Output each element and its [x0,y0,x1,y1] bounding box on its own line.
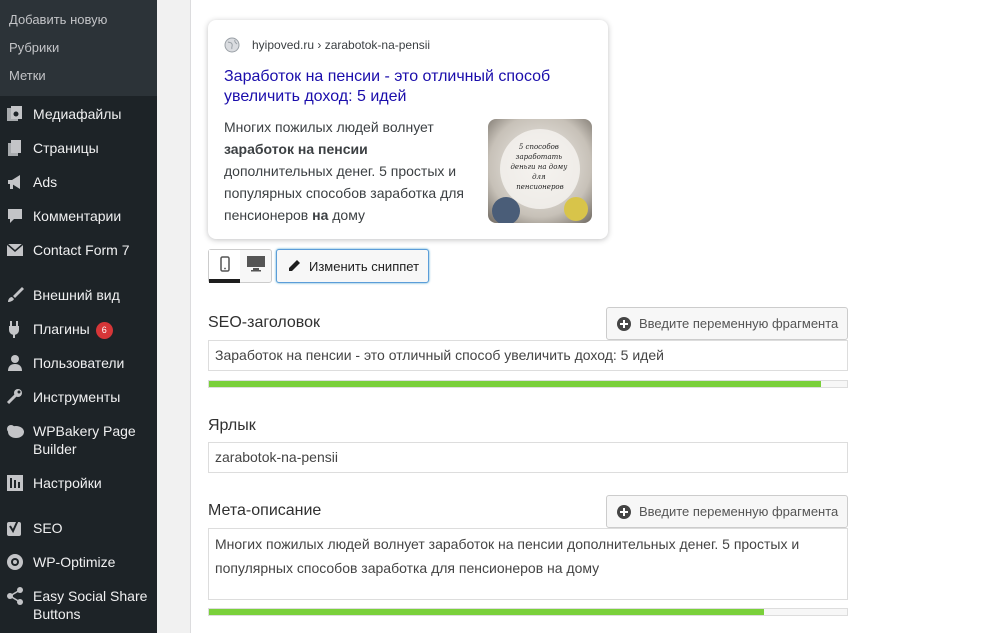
preview-breadcrumb: hyipoved.ru › zarabotok-na-pensii [224,37,430,53]
sidebar-item-users[interactable]: Пользователи [0,353,157,373]
optimize-icon [5,552,25,572]
sidebar-item-label: Внешний вид [33,287,120,303]
sidebar-item-label: Страницы [33,140,99,156]
submenu-categories[interactable]: Рубрики [0,34,157,62]
sidebar-item-label: Настройки [33,475,102,491]
sidebar-item-label: Комментарии [33,208,122,224]
sidebar-item-wp-optimize[interactable]: WP-Optimize [0,552,157,572]
pages-icon [5,138,25,158]
mail-icon [5,240,25,260]
sidebar-item-label: WP-Optimize [33,554,116,570]
wpbakery-icon [5,421,25,441]
insert-variable-button[interactable]: Введите переменную фрагмента [606,495,848,528]
insert-variable-label: Введите переменную фрагмента [639,316,839,331]
slug-input[interactable]: zarabotok-na-pensii [208,442,848,473]
submenu-tags[interactable]: Метки [0,62,157,90]
sidebar-item-seo[interactable]: SEO [0,518,157,538]
sidebar-item-tools[interactable]: Инструменты [0,387,157,407]
media-icon [5,104,25,124]
sidebar-item-label: SEO [33,520,63,536]
plugins-icon [5,319,25,339]
submenu-add-new[interactable]: Добавить новую [0,6,157,34]
sidebar-item-settings[interactable]: Настройки [0,473,157,493]
preview-url: hyipoved.ru › zarabotok-na-pensii [252,38,431,52]
users-icon [5,353,25,373]
sidebar-item-ads[interactable]: Ads [0,172,157,192]
seo-title-progress-fill [209,381,822,387]
plus-circle-icon [617,316,631,331]
meta-description-progress-fill [209,609,765,615]
sidebar-item-comments[interactable]: Комментарии [0,206,157,226]
admin-sidebar: Добавить новую Рубрики Метки Медиафайлы … [0,0,157,633]
plus-circle-icon [617,504,631,519]
preview-thumbnail: 5 способов заработать деньги на дому для… [488,119,592,223]
insert-variable-label: Введите переменную фрагмента [639,504,839,519]
globe-icon [224,37,240,53]
seo-title-label: SEO-заголовок [208,314,321,331]
preview-mode-switch [208,249,272,283]
slug-label: Ярлык [208,417,256,434]
meta-description-textarea[interactable]: Многих пожилых людей волнует заработок н… [208,528,848,600]
yoast-seo-panel: hyipoved.ru › zarabotok-na-pensii Зарабо… [190,0,982,633]
yoast-icon [5,518,25,538]
wrench-icon [5,387,25,407]
google-preview-card: hyipoved.ru › zarabotok-na-pensii Зарабо… [208,20,608,239]
seo-title-input[interactable]: Заработок на пенсии - это отличный спосо… [208,340,848,371]
brush-icon [5,285,25,305]
seo-title-progress [208,380,848,388]
mobile-preview-button[interactable] [209,250,240,283]
sidebar-item-wpbakery[interactable]: WPBakery Page Builder [0,421,157,458]
megaphone-icon [5,172,25,192]
sidebar-item-plugins[interactable]: Плагины 6 [0,319,157,339]
insert-variable-button[interactable]: Введите переменную фрагмента [606,307,848,340]
sidebar-item-label: Медиафайлы [33,106,122,122]
sidebar-item-label: Плагины 6 [33,319,113,339]
edit-snippet-label: Изменить сниппет [309,258,420,274]
share-icon [5,586,25,606]
sidebar-item-media[interactable]: Медиафайлы [0,104,157,124]
sidebar-item-easy-social-share[interactable]: Easy Social Share Buttons [0,586,157,623]
sidebar-item-contact-form[interactable]: Contact Form 7 [0,240,157,260]
sidebar-item-label: WPBakery Page Builder [33,423,136,457]
preview-title[interactable]: Заработок на пенсии - это отличный спосо… [224,67,574,107]
sidebar-item-label: Инструменты [33,389,121,405]
preview-description: Многих пожилых людей волнует заработок н… [224,119,465,223]
desktop-preview-button[interactable] [240,250,271,282]
sidebar-item-label: Contact Form 7 [33,242,130,258]
pencil-icon [287,259,301,273]
settings-icon [5,473,25,493]
meta-description-label: Мета-описание [208,502,322,519]
plugins-update-badge: 6 [95,322,113,339]
thumb-text: 5 способов заработать деньги на дому для… [510,143,569,191]
meta-description-progress [208,608,848,616]
screen: Добавить новую Рубрики Метки Медиафайлы … [0,0,982,633]
sidebar-item-label: Ads [33,174,58,190]
edit-snippet-button[interactable]: Изменить сниппет [276,249,429,283]
mobile-icon [219,255,230,277]
sidebar-item-label: Пользователи [33,355,125,371]
comments-icon [5,206,25,226]
sidebar-item-pages[interactable]: Страницы [0,138,157,158]
desktop-icon [246,255,266,277]
sidebar-item-appearance[interactable]: Внешний вид [0,285,157,305]
posts-submenu: Добавить новую Рубрики Метки [0,0,157,96]
sidebar-item-label: Easy Social Share Buttons [33,588,148,622]
